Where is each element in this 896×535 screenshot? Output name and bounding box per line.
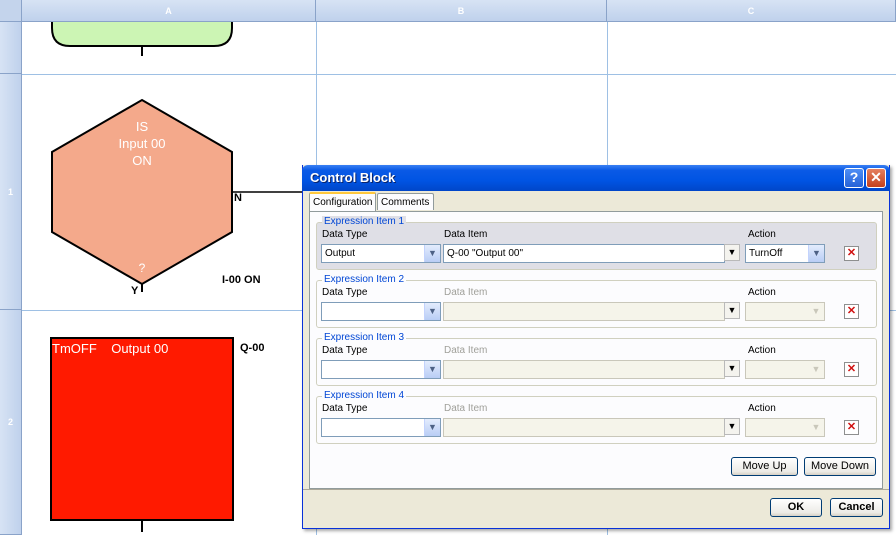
data-type-select[interactable]: ▼ [321, 302, 441, 321]
delete-icon[interactable]: ✕ [844, 362, 859, 377]
action-shape[interactable] [50, 337, 234, 521]
chevron-down-icon[interactable]: ▼ [724, 360, 740, 377]
decision-line: Input 00 [118, 136, 166, 151]
action-label: Action [748, 229, 776, 240]
data-item-select [443, 418, 725, 437]
ok-button[interactable]: OK [770, 498, 822, 517]
action-label: Action [748, 287, 776, 298]
chevron-down-icon[interactable]: ▼ [424, 245, 440, 262]
decision-text: IS Input 00 ON [92, 118, 192, 169]
data-type-label: Data Type [322, 229, 368, 240]
cancel-button[interactable]: Cancel [830, 498, 883, 517]
expression-item-title: Expression Item 3 [322, 332, 407, 344]
no-label: N [234, 192, 242, 204]
expression-item-1: Expression Item 1 Data Type Data Item Ac… [316, 216, 877, 270]
delete-icon[interactable]: ✕ [844, 420, 859, 435]
chevron-down-icon: ▼ [808, 303, 824, 320]
help-button[interactable]: ? [844, 168, 864, 188]
dialog-title: Control Block [310, 170, 396, 185]
expression-item-title: Expression Item 2 [322, 274, 407, 286]
data-type-select[interactable]: Output ▼ [321, 244, 441, 263]
action-value: TurnOff [749, 248, 783, 259]
chevron-down-icon[interactable]: ▼ [724, 244, 740, 261]
dialog-separator [303, 489, 889, 490]
data-item-select[interactable]: Q-00 "Output 00" [443, 244, 725, 263]
data-item-label: Data Item [444, 287, 488, 298]
expression-item-2: Expression Item 2 Data Type Data Item Ac… [316, 274, 877, 328]
action-select[interactable]: TurnOff ▼ [745, 244, 825, 263]
output-address-label: Q-00 [240, 342, 265, 354]
data-item-select [443, 360, 725, 379]
chevron-down-icon[interactable]: ▼ [424, 303, 440, 320]
input-address-label: I-00 ON [222, 274, 261, 286]
expression-item-title: Expression Item 4 [322, 390, 407, 402]
delete-icon[interactable]: ✕ [844, 304, 859, 319]
action-select: ▼ [745, 302, 825, 321]
chevron-down-icon[interactable]: ▼ [724, 302, 740, 319]
chevron-down-icon: ▼ [808, 361, 824, 378]
yes-label: Y [131, 285, 139, 297]
decision-line: ON [132, 153, 152, 168]
chevron-down-icon[interactable]: ▼ [808, 245, 824, 262]
data-type-value: Output [325, 248, 356, 259]
help-icon: ? [849, 169, 859, 185]
data-type-select[interactable]: ▼ [321, 360, 441, 379]
tab-comments[interactable]: Comments [377, 193, 434, 210]
configuration-panel: Expression Item 1 Data Type Data Item Ac… [309, 211, 883, 489]
data-item-select [443, 302, 725, 321]
action-label: Action [748, 403, 776, 414]
data-type-select[interactable]: ▼ [321, 418, 441, 437]
chevron-down-icon[interactable]: ▼ [724, 418, 740, 435]
tab-configuration[interactable]: Configuration [309, 192, 376, 211]
data-type-label: Data Type [322, 403, 368, 414]
decision-question: ? [138, 261, 146, 275]
action-label: Action [748, 345, 776, 356]
data-item-label: Data Item [444, 229, 488, 240]
expression-item-4: Expression Item 4 Data Type Data Item Ac… [316, 390, 877, 444]
chevron-down-icon: ▼ [808, 419, 824, 436]
data-type-label: Data Type [322, 345, 368, 356]
move-down-button[interactable]: Move Down [804, 457, 876, 476]
decision-line: IS [135, 119, 149, 134]
data-item-label: Data Item [444, 403, 488, 414]
expression-item-title: Expression Item 1 [322, 216, 407, 228]
chevron-down-icon[interactable]: ▼ [424, 361, 440, 378]
close-icon: ✕ [870, 169, 882, 185]
chevron-down-icon[interactable]: ▼ [424, 419, 440, 436]
move-up-button[interactable]: Move Up [731, 457, 798, 476]
data-type-label: Data Type [322, 287, 368, 298]
delete-icon[interactable]: ✕ [844, 246, 859, 261]
terminator-shape[interactable] [51, 22, 233, 47]
data-item-label: Data Item [444, 345, 488, 356]
data-item-value: Q-00 "Output 00" [447, 248, 524, 259]
close-button[interactable]: ✕ [866, 168, 886, 188]
control-block-dialog: Control Block ? ✕ Configuration Comments… [302, 165, 890, 529]
expression-item-3: Expression Item 3 Data Type Data Item Ac… [316, 332, 877, 386]
action-select: ▼ [745, 360, 825, 379]
action-select: ▼ [745, 418, 825, 437]
action-text: TmOFF Output 00 [52, 341, 169, 356]
dialog-titlebar[interactable]: Control Block ? ✕ [302, 165, 890, 191]
